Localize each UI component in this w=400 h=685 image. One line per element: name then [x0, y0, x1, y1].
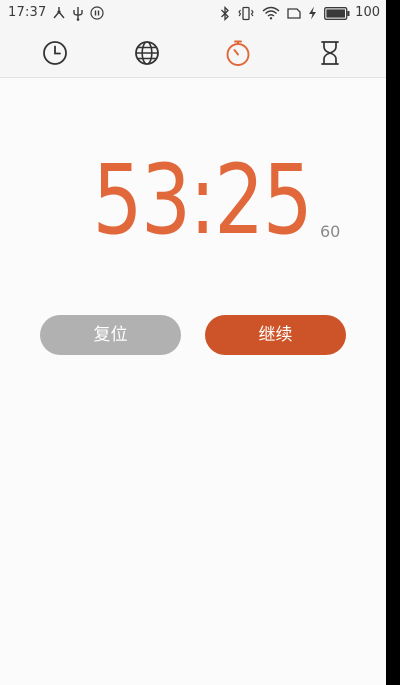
sim-card-icon: [287, 7, 301, 20]
tab-timer[interactable]: [305, 28, 355, 77]
bluetooth-icon: [220, 5, 230, 21]
elapsed-time: 53:25: [92, 144, 313, 256]
vibrate-icon: [237, 6, 255, 21]
stopwatch-screen: 17:37 100 53:25 60 复位 继续: [0, 0, 386, 685]
status-left-icons: [52, 5, 104, 21]
network-share-icon: [52, 6, 66, 20]
status-bar: 17:37 100: [0, 0, 386, 28]
wifi-icon: [262, 6, 280, 20]
globe-icon: [135, 40, 159, 65]
clock-icon: [43, 40, 67, 65]
battery-icon: [324, 6, 350, 20]
status-right-icons: [220, 5, 350, 21]
elapsed-fraction: 60: [320, 222, 341, 241]
tab-world-clock[interactable]: [122, 28, 172, 77]
reset-button[interactable]: 复位: [40, 315, 181, 355]
continue-button[interactable]: 继续: [205, 315, 346, 355]
tab-clock[interactable]: [30, 28, 80, 77]
tab-stopwatch[interactable]: [213, 28, 263, 77]
status-time: 17:37: [8, 5, 47, 20]
paused-icon: [90, 6, 104, 20]
tab-bar: [0, 28, 386, 78]
stopwatch-readout: 53:25 60: [0, 140, 386, 260]
usb-icon: [72, 6, 84, 21]
stopwatch-icon: [226, 40, 250, 66]
hourglass-icon: [321, 40, 339, 65]
battery-level: 100: [355, 5, 380, 20]
charging-icon: [308, 6, 317, 20]
